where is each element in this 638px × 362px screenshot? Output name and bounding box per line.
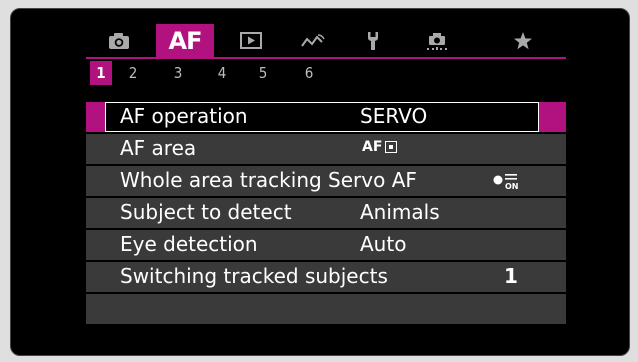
wireless-icon [301, 33, 325, 47]
menu-item-label: AF area [120, 136, 197, 160]
page-tabs: 1 2 3 4 5 6 [86, 61, 566, 85]
star-icon [514, 31, 532, 49]
tracking-on-icon: ON [493, 174, 519, 191]
page-tab-5[interactable]: 5 [252, 61, 274, 85]
menu-item-eye-detection[interactable]: Eye detection Auto [86, 230, 566, 260]
tab-custom[interactable] [420, 24, 454, 57]
menu-item-label: Eye detection [120, 232, 258, 256]
menu-item-value: SERVO [360, 104, 428, 128]
menu-item-whole-area-tracking[interactable]: Whole area tracking Servo AF ON [86, 166, 566, 196]
tab-mymenu[interactable] [508, 24, 538, 57]
page-tab-2[interactable]: 2 [122, 61, 144, 85]
tab-af-label: AF [168, 26, 203, 55]
page-tab-4[interactable]: 4 [211, 61, 233, 85]
menu-item-value: Animals [360, 200, 440, 224]
menu-item-value: 1 [504, 264, 518, 288]
tab-setup[interactable] [358, 24, 388, 57]
page-tab-3[interactable]: 3 [167, 61, 189, 85]
tab-shooting[interactable] [104, 24, 134, 57]
menu-item-subject-to-detect[interactable]: Subject to detect Animals [86, 198, 566, 228]
menu-item-switching-tracked-subjects[interactable]: Switching tracked subjects 1 [86, 262, 566, 292]
menu-item-label: Subject to detect [120, 200, 292, 224]
custom-functions-icon [427, 32, 447, 50]
tab-underline [86, 57, 566, 59]
page-tab-1[interactable]: 1 [90, 61, 112, 85]
menu-item-af-area[interactable]: AF area AF [86, 134, 566, 164]
selection-marker-left [86, 102, 105, 132]
menu-item-value: Auto [360, 232, 407, 256]
camera-icon [109, 32, 129, 49]
af-area-icon-text: AF [362, 139, 383, 155]
menu-item-label: AF operation [120, 104, 248, 128]
selection-marker-right [539, 102, 566, 132]
af-point-box-icon [385, 141, 398, 153]
menu-item-label: Switching tracked subjects [120, 264, 388, 288]
tab-af[interactable]: AF [156, 24, 214, 57]
af-area-icon: AF [362, 139, 398, 155]
tab-wireless[interactable] [296, 24, 330, 57]
menu-tab-bar: AF [86, 24, 566, 59]
menu-item-label: Whole area tracking Servo AF [120, 168, 417, 192]
playback-icon [240, 32, 262, 49]
wrench-icon [368, 31, 378, 50]
page-tab-6[interactable]: 6 [298, 61, 320, 85]
camera-menu-screen: AF 1 2 3 4 5 6 AF operation SERVO AF are… [86, 24, 566, 344]
tracking-on-text: ON [505, 182, 519, 191]
menu-item-af-operation[interactable]: AF operation SERVO [86, 102, 566, 132]
menu-item-empty [86, 294, 566, 324]
tab-playback[interactable] [236, 24, 266, 57]
